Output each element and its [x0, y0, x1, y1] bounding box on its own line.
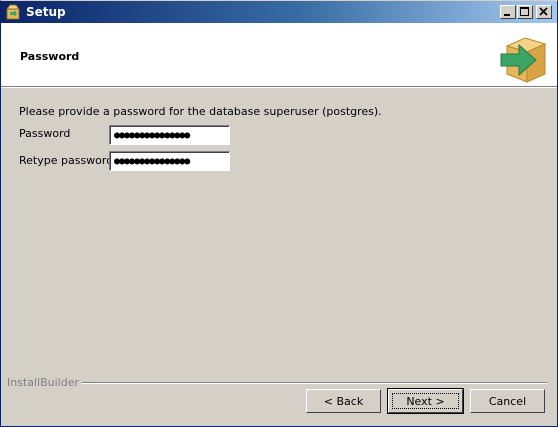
window-title: Setup	[26, 5, 66, 19]
retype-password-value: ●●●●●●●●●●●●●●●	[110, 152, 229, 170]
maximize-icon	[520, 7, 529, 16]
title-bar[interactable]: Setup	[1, 1, 557, 23]
password-prompt: Please provide a password for the databa…	[19, 105, 382, 118]
installer-icon	[6, 4, 20, 20]
next-button[interactable]: Next >	[387, 388, 464, 414]
wizard-header: Password	[1, 23, 557, 86]
footer-separator	[71, 382, 547, 384]
retype-password-label: Retype password	[19, 154, 114, 167]
focus-ring	[392, 393, 459, 409]
password-label: Password	[19, 127, 71, 140]
close-icon	[539, 7, 548, 16]
header-separator	[1, 86, 557, 88]
maximize-button[interactable]	[517, 5, 533, 19]
cancel-button-label: Cancel	[488, 394, 527, 408]
password-field[interactable]: ●●●●●●●●●●●●●●●	[109, 125, 230, 145]
minimize-button[interactable]	[500, 5, 516, 19]
back-button-label: < Back	[323, 394, 364, 408]
retype-password-field[interactable]: ●●●●●●●●●●●●●●●	[109, 151, 230, 171]
cancel-button[interactable]: Cancel	[470, 389, 545, 413]
installbuilder-brand: InstallBuilder	[7, 376, 83, 389]
close-button[interactable]	[536, 5, 552, 19]
setup-window: Setup Password Please provide a password…	[0, 0, 558, 427]
package-arrow-icon	[500, 37, 547, 83]
page-title: Password	[20, 50, 80, 63]
back-button[interactable]: < Back	[306, 389, 381, 413]
minimize-icon	[504, 14, 510, 16]
password-value: ●●●●●●●●●●●●●●●	[110, 126, 229, 144]
